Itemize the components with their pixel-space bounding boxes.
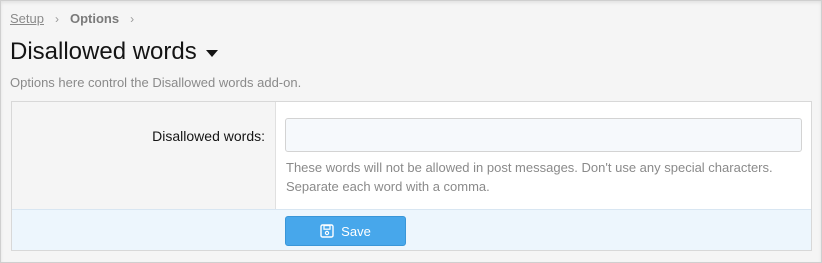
save-button[interactable]: Save	[285, 216, 406, 246]
explain-line-1: These words will not be allowed in post …	[286, 160, 773, 175]
floppy-disk-icon	[320, 224, 334, 238]
chevron-right-icon: ›	[130, 11, 135, 26]
title-row: Disallowed words	[10, 38, 218, 66]
input-cell: These words will not be allowed in post …	[276, 102, 811, 209]
label-cell: Disallowed words:	[12, 102, 276, 209]
breadcrumb: Setup › Options ›	[10, 11, 145, 26]
page-title: Disallowed words	[10, 38, 197, 65]
options-panel: Disallowed words: These words will not b…	[11, 101, 812, 251]
breadcrumb-options[interactable]: Options	[70, 11, 119, 26]
caret-down-icon[interactable]	[205, 50, 218, 57]
field-explanation: These words will not be allowed in post …	[286, 158, 806, 196]
form-row-disallowed-words: Disallowed words: These words will not b…	[12, 102, 811, 209]
save-label: Save	[341, 223, 371, 239]
field-label: Disallowed words:	[152, 128, 265, 144]
page-frame: Setup › Options › Disallowed words Optio…	[0, 0, 822, 263]
chevron-right-icon: ›	[54, 11, 59, 26]
page-description: Options here control the Disallowed word…	[10, 75, 302, 90]
breadcrumb-setup[interactable]: Setup	[10, 11, 44, 26]
disallowed-words-input[interactable]	[285, 118, 802, 152]
form-footer: Save	[12, 209, 811, 250]
explain-line-2: Separate each word with a comma.	[286, 179, 490, 194]
